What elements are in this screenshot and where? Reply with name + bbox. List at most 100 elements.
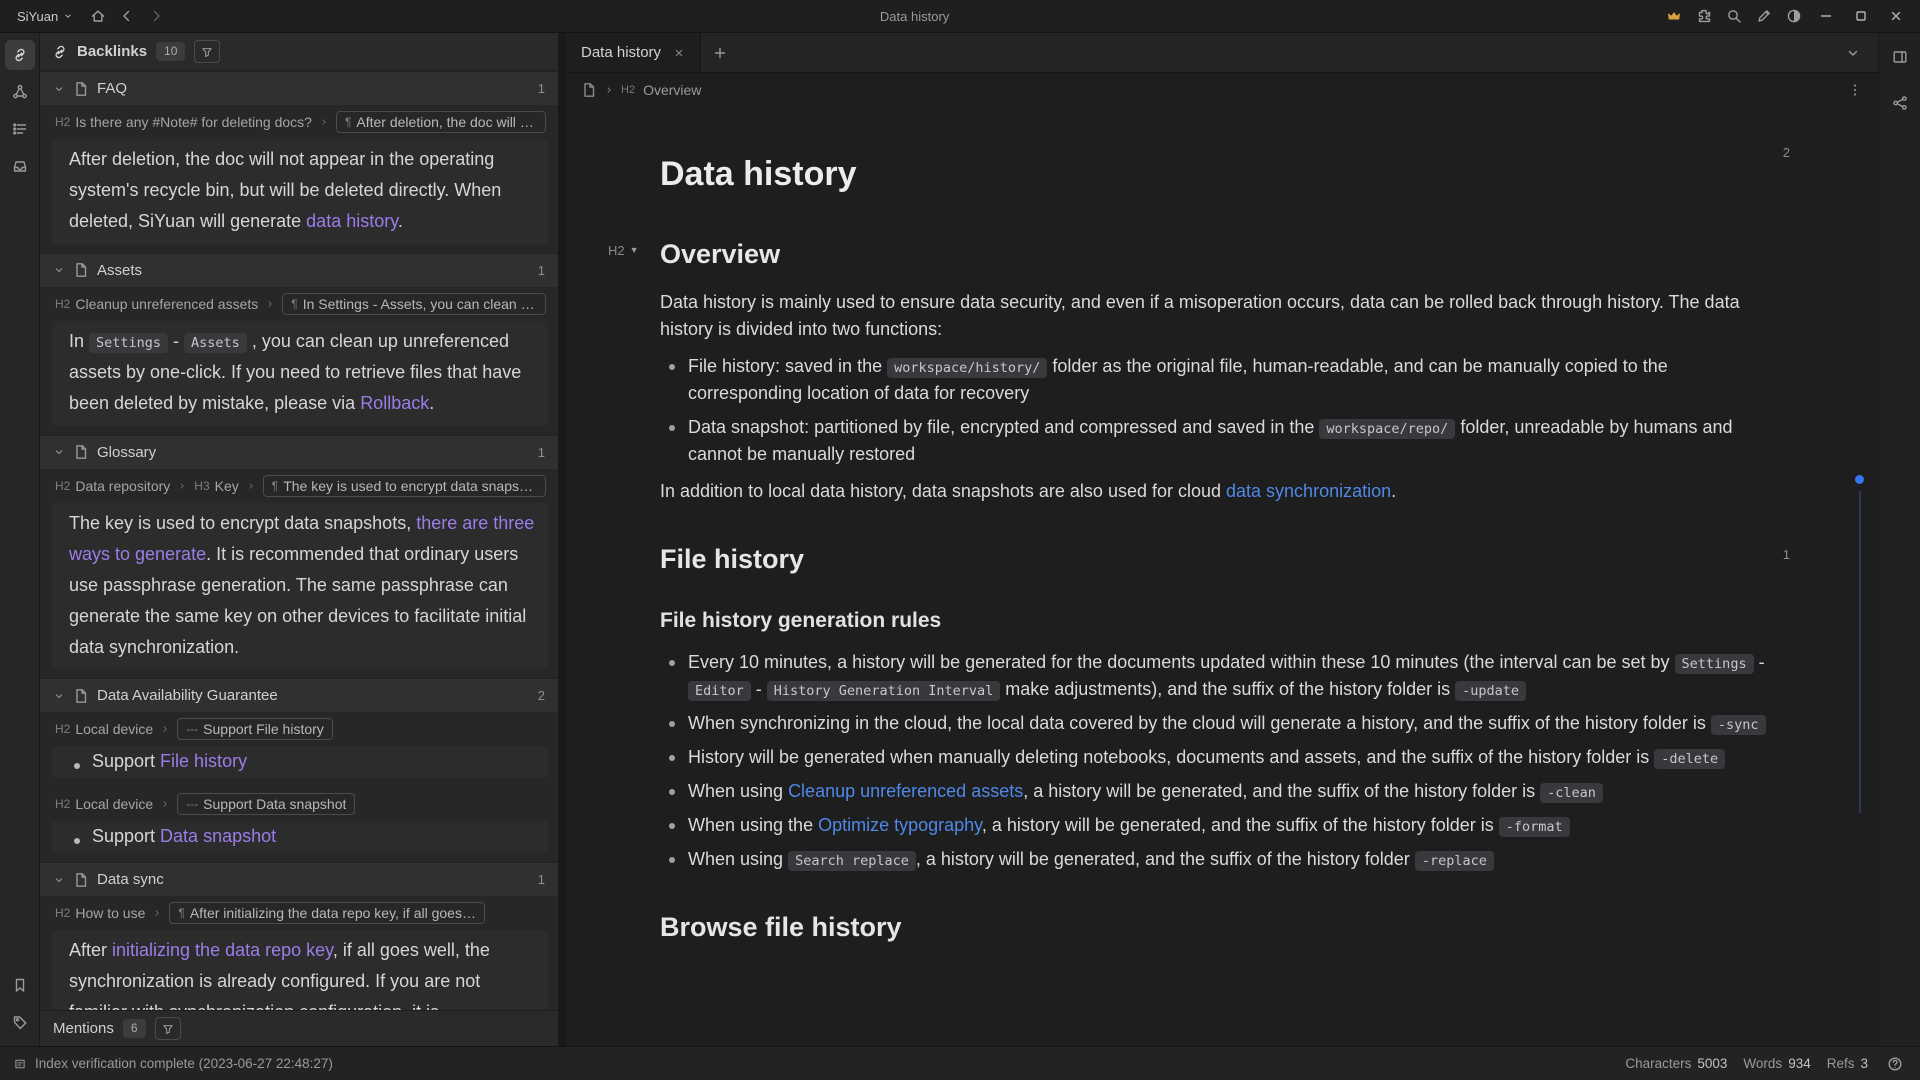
backlink-excerpt[interactable]: The key is used to encrypt data snapshot…	[52, 503, 548, 670]
mentions-filter-button[interactable]	[155, 1017, 181, 1040]
close-button[interactable]	[1880, 4, 1912, 29]
backlink-section-header[interactable]: FAQ1	[40, 71, 558, 105]
tab-data-history[interactable]: Data history	[566, 33, 701, 72]
breadcrumb-item-current[interactable]: ¶In Settings - Assets, you can clean up …	[282, 293, 546, 315]
backlink-excerpt[interactable]: After deletion, the doc will not appear …	[52, 139, 548, 244]
tab-list-button[interactable]	[1839, 40, 1866, 65]
ref-count-badge[interactable]: 2	[1783, 143, 1790, 163]
backlink-section-header[interactable]: Assets1	[40, 253, 558, 287]
breadcrumb-item-overview[interactable]: H2 Overview	[621, 82, 701, 98]
text-link[interactable]: data synchronization	[1226, 481, 1391, 501]
backlinks-filter-button[interactable]	[194, 40, 220, 63]
list-item[interactable]: When synchronizing in the cloud, the loc…	[688, 710, 1770, 737]
list-item[interactable]: When using Search replace, a history wil…	[688, 846, 1770, 873]
document-title[interactable]: Data history2	[660, 149, 1770, 200]
document-editor[interactable]: Data history2 H2▼Overview Data history is …	[566, 107, 1878, 1046]
heading-browse-file-history[interactable]: Browse file history	[660, 907, 1770, 948]
backlink-breadcrumb[interactable]: H2Data repository H3Key ¶The key is used t…	[40, 469, 558, 500]
backlink-list-item[interactable]: Support Data snapshot	[52, 821, 548, 853]
home-button[interactable]	[84, 4, 111, 29]
backlink-breadcrumb[interactable]: H2Cleanup unreferenced assets ¶In Setting…	[40, 287, 558, 318]
backlink-breadcrumb[interactable]: H2Is there any #Note# for deleting docs?…	[40, 105, 558, 136]
text-link[interactable]: data history	[306, 211, 398, 231]
inline-kbd: Settings	[89, 333, 168, 353]
breadcrumb-item-current[interactable]: ¶After initializing the data repo key, i…	[169, 902, 485, 924]
text-link[interactable]: Cleanup unreferenced assets	[788, 781, 1023, 801]
backlink-list-item[interactable]: Support File history	[52, 746, 548, 778]
breadcrumb-item-current[interactable]: ¶After deletion, the doc will not appear…	[336, 111, 546, 133]
minimize-button[interactable]	[1810, 4, 1842, 29]
list-item[interactable]: File history: saved in the workspace/his…	[688, 353, 1770, 407]
block-gutter[interactable]: H2▼	[608, 241, 639, 261]
breadcrumb-more-button[interactable]	[1847, 82, 1863, 98]
backlink-excerpt[interactable]: In Settings - Assets , you can clean up …	[52, 321, 548, 426]
heading-file-history-generation-rules[interactable]: File history generation rules	[660, 605, 1770, 637]
pencil-icon	[1756, 8, 1772, 24]
dock-inbox-button[interactable]	[5, 151, 35, 181]
heading-overview[interactable]: H2▼Overview	[660, 234, 1770, 275]
list-item[interactable]: When using Cleanup unreferenced assets, …	[688, 778, 1770, 805]
plugins-button[interactable]	[1690, 4, 1717, 29]
text-link[interactable]: Rollback	[360, 393, 429, 413]
backlink-breadcrumb[interactable]: H2Local device ---Support Data snapshot	[40, 787, 558, 818]
list-item[interactable]: History will be generated when manually …	[688, 744, 1770, 771]
breadcrumb-text: After initializing the data repo key, if…	[190, 905, 476, 921]
backlink-section-header[interactable]: Data sync1	[40, 862, 558, 896]
text-link[interactable]: Data snapshot	[160, 826, 276, 846]
app-menu-button[interactable]: SiYuan	[8, 5, 82, 28]
mentions-bar[interactable]: Mentions 6	[40, 1010, 558, 1046]
text-link[interactable]: File history	[160, 751, 247, 771]
heading-file-history[interactable]: File history1	[660, 539, 1770, 580]
panel-resize-handle[interactable]	[558, 33, 566, 1046]
help-button[interactable]	[1884, 1053, 1906, 1075]
new-tab-button[interactable]	[701, 33, 739, 72]
breadcrumb-item-current[interactable]: ---Support Data snapshot	[177, 793, 355, 815]
dock-tag-button[interactable]	[5, 1007, 35, 1037]
backlink-excerpt[interactable]: After initializing the data repo key, if…	[52, 930, 548, 1010]
forward-button[interactable]	[142, 4, 169, 29]
ref-count-badge[interactable]: 1	[1783, 545, 1790, 565]
list-item[interactable]: Data snapshot: partitioned by file, encr…	[688, 414, 1770, 468]
dock-backlinks-button[interactable]	[5, 40, 35, 70]
text-link[interactable]: Optimize typography	[818, 815, 982, 835]
breadcrumb-item[interactable]: H2Local device	[55, 721, 153, 737]
theme-mode-button[interactable]	[1780, 4, 1807, 29]
collapse-arrow-icon[interactable]: ▼	[630, 244, 639, 258]
backlink-doc-title: Data Availability Guarantee	[97, 687, 278, 704]
list-item[interactable]: Every 10 minutes, a history will be gene…	[688, 649, 1770, 703]
breadcrumb-item-current[interactable]: ¶The key is used to encrypt data snapsho…	[263, 475, 546, 497]
backlink-breadcrumb[interactable]: H2Local device ---Support File history	[40, 712, 558, 743]
breadcrumb-item[interactable]: H2Local device	[55, 796, 153, 812]
global-search-button[interactable]	[1720, 4, 1747, 29]
backlink-section-header[interactable]: Glossary1	[40, 435, 558, 469]
breadcrumb-item[interactable]: H2Is there any #Note# for deleting docs?	[55, 114, 312, 130]
sponsor-button[interactable]	[1660, 4, 1687, 29]
backlink-breadcrumb[interactable]: H2How to use ¶After initializing the data…	[40, 896, 558, 927]
breadcrumb-item[interactable]: H2Data repository	[55, 478, 170, 494]
dock-outline-button[interactable]	[5, 114, 35, 144]
text-run: -	[168, 331, 184, 351]
breadcrumb-text: Local device	[75, 796, 153, 812]
backlinks-count-badge: 10	[156, 42, 185, 60]
edit-mode-button[interactable]	[1750, 4, 1777, 29]
tabbar-end	[1839, 33, 1878, 72]
list-item[interactable]: When using the Optimize typography, a hi…	[688, 812, 1770, 839]
dock-graph-button[interactable]	[5, 77, 35, 107]
back-button[interactable]	[113, 4, 140, 29]
dock-bookmark-button[interactable]	[5, 970, 35, 1000]
document-icon	[73, 81, 89, 97]
breadcrumb-item-current[interactable]: ---Support File history	[177, 718, 333, 740]
backlink-section-header[interactable]: Data Availability Guarantee2	[40, 678, 558, 712]
rightdock-panel-right-button[interactable]	[1886, 43, 1914, 71]
tab-close-icon[interactable]	[673, 47, 685, 59]
funnel-icon	[201, 46, 213, 58]
text-link[interactable]: initializing the data repo key	[112, 940, 333, 960]
breadcrumb-item[interactable]: H2How to use	[55, 905, 145, 921]
paragraph-block[interactable]: In addition to local data history, data …	[660, 478, 1770, 505]
maximize-button[interactable]	[1845, 4, 1877, 29]
paragraph-block[interactable]: Data history is mainly used to ensure da…	[660, 289, 1770, 343]
backlinks-panel: Backlinks 10 FAQ1H2Is there any #Note# f…	[40, 33, 558, 1046]
rightdock-graph-view-button[interactable]	[1886, 89, 1914, 117]
breadcrumb-item[interactable]: H2Cleanup unreferenced assets	[55, 296, 258, 312]
breadcrumb-item[interactable]: H3Key	[194, 478, 238, 494]
